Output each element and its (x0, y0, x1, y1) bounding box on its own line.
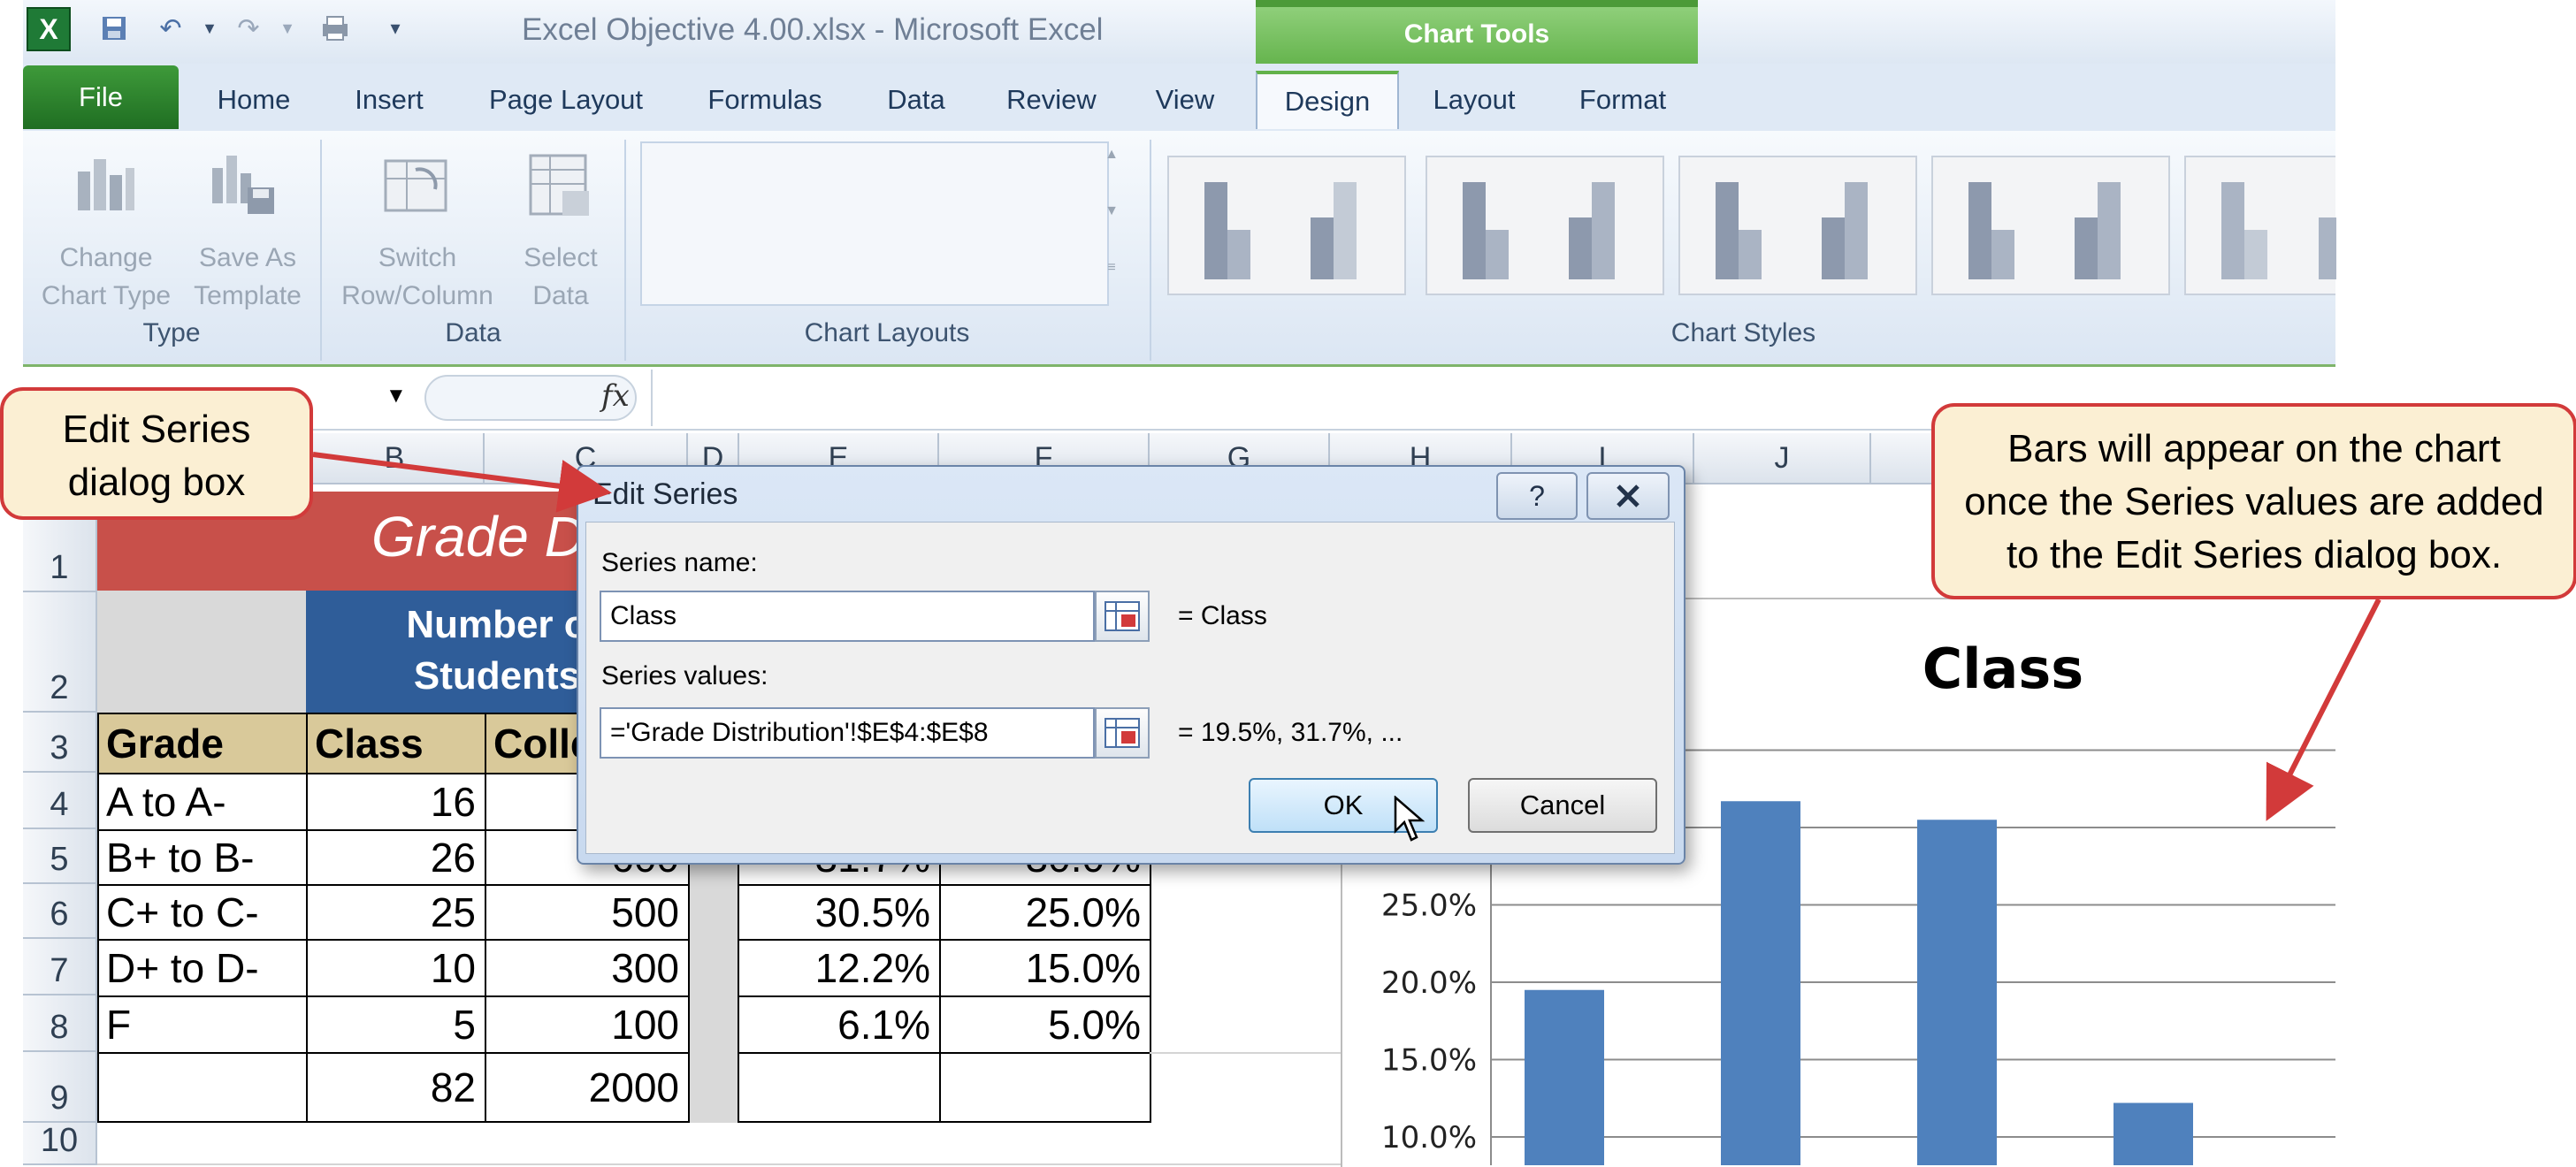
callout-arrows (312, 452, 2381, 821)
